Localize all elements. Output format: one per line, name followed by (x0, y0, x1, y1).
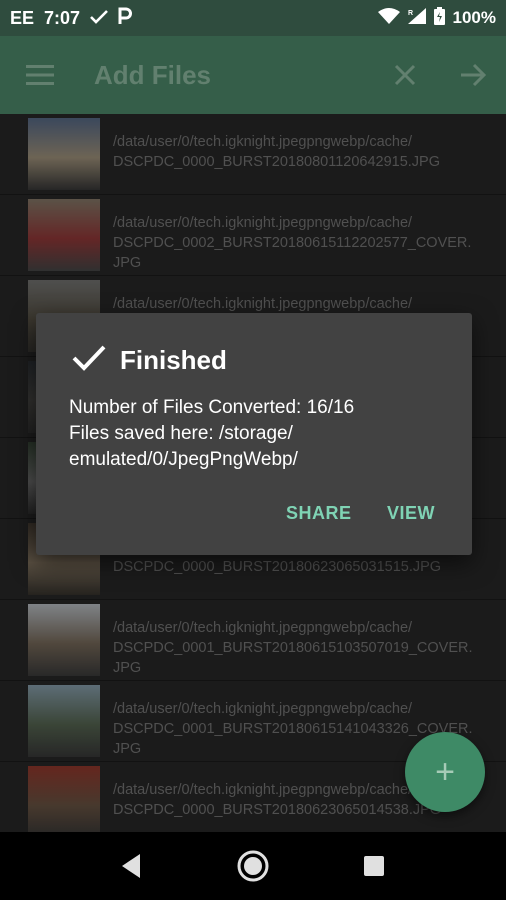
checkmark-icon (72, 345, 106, 376)
battery-level: 100% (452, 8, 496, 27)
carrier-label: EE (10, 7, 35, 28)
share-button[interactable]: SHARE (280, 499, 358, 528)
clock: 7:07 (44, 7, 81, 28)
finished-dialog: Finished Number of Files Converted: 16/1… (36, 313, 472, 555)
recents-icon[interactable] (364, 856, 384, 876)
status-bar: EE 7:07 R 100% (0, 0, 506, 36)
signal-icon: R (407, 7, 426, 29)
home-icon[interactable] (236, 849, 270, 888)
dialog-header: Finished (72, 345, 227, 376)
plus-icon: + (435, 752, 455, 791)
system-nav-bar (0, 832, 506, 900)
dialog-title: Finished (120, 345, 227, 375)
view-button[interactable]: VIEW (381, 499, 441, 528)
status-left: EE 7:07 (0, 7, 133, 30)
svg-text:R: R (408, 10, 413, 17)
files-converted-text: Number of Files Converted: 16/16 (69, 397, 355, 418)
check-icon (90, 8, 108, 29)
close-icon[interactable] (390, 60, 420, 90)
wifi-icon (377, 7, 400, 29)
app-toolbar: Add Files (0, 36, 506, 114)
parking-p-icon (118, 7, 133, 30)
save-location-text: Files saved here: /storage/ emulated/0/J… (69, 423, 298, 470)
add-file-fab[interactable]: + (405, 732, 485, 812)
battery-icon (433, 6, 445, 30)
page-title: Add Files (94, 59, 212, 90)
arrow-forward-icon[interactable] (458, 60, 488, 90)
menu-icon[interactable] (10, 36, 70, 114)
dialog-message: Number of Files Converted: 16/16 Files s… (69, 395, 449, 473)
back-icon[interactable] (118, 852, 144, 885)
status-right: R 100% (377, 6, 506, 30)
